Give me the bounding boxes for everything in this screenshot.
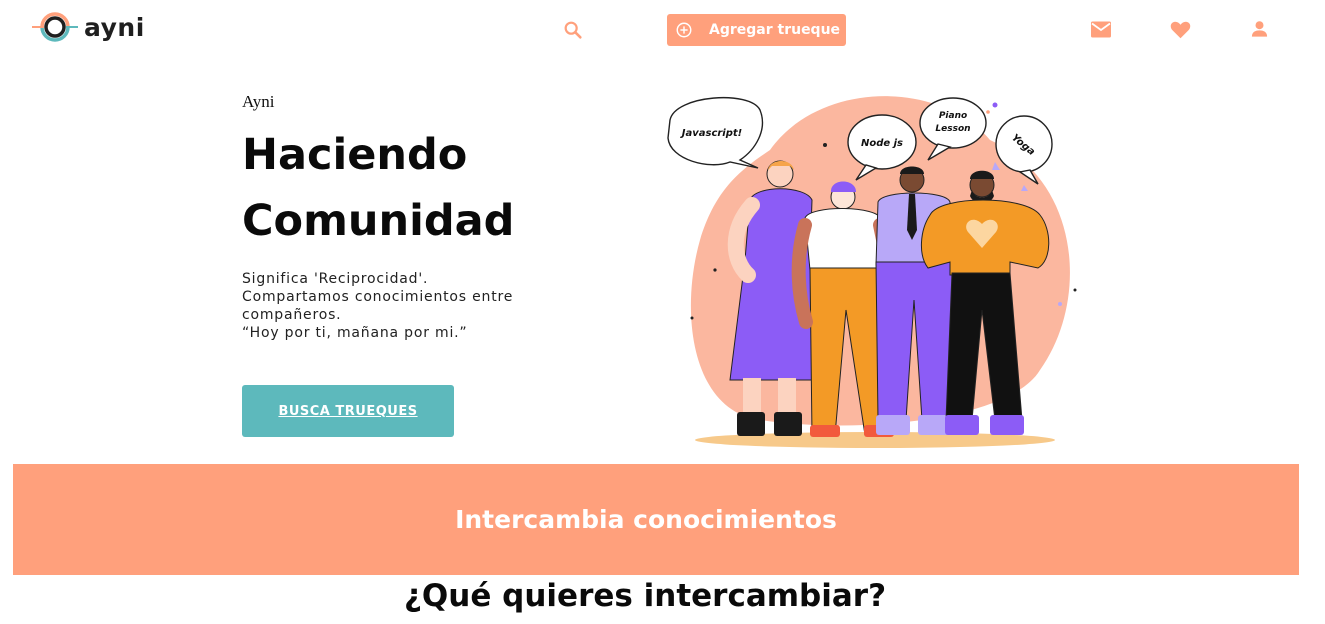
- logo-mark-icon: [32, 12, 78, 42]
- hero-title-line-1: Haciendo: [242, 130, 468, 180]
- hero-eyebrow: Ayni: [242, 92, 275, 111]
- hero-desc-line-1: Significa 'Reciprocidad'.: [242, 271, 429, 287]
- bubble-text-javascript: Javascript!: [680, 128, 742, 139]
- search-trueques-button[interactable]: BUSCA TRUEQUES: [242, 385, 454, 437]
- brand-logo[interactable]: ayni: [30, 9, 145, 45]
- search-icon[interactable]: [562, 19, 584, 41]
- hero-description: Significa 'Reciprocidad'. Compartamos co…: [242, 270, 562, 342]
- hero-desc-line-2: Compartamos conocimientos entre: [242, 289, 514, 305]
- hero-desc-line-4: “Hoy por ti, mañana por mi.”: [242, 325, 468, 341]
- bubble-javascript: Javascript!: [667, 96, 764, 169]
- add-trueque-button[interactable]: Agregar trueque: [667, 14, 846, 46]
- search-trueques-label: BUSCA TRUEQUES: [278, 403, 418, 419]
- hero-title: Haciendo Comunidad: [242, 122, 602, 254]
- user-icon[interactable]: [1250, 19, 1269, 39]
- heart-icon[interactable]: [1170, 19, 1191, 40]
- banner: Intercambia conocimientos: [13, 464, 1299, 575]
- section-title: ¿Qué quieres intercambiar?: [403, 578, 887, 614]
- bubble-text-lesson: Lesson: [935, 124, 970, 134]
- banner-text: Intercambia conocimientos: [455, 505, 837, 534]
- mail-icon[interactable]: [1090, 20, 1112, 39]
- plus-circle-icon: [676, 22, 692, 38]
- bubble-text-node: Node js: [861, 138, 903, 149]
- add-trueque-label: Agregar trueque: [709, 22, 841, 38]
- community-illustration: Javascript! Node js Piano Lesson Yoga: [667, 96, 1077, 448]
- brand-name: ayni: [84, 12, 145, 42]
- hero-desc-line-3: compañeros.: [242, 307, 342, 323]
- hero-title-line-2: Comunidad: [242, 196, 515, 246]
- bubble-text-piano: Piano: [939, 111, 967, 121]
